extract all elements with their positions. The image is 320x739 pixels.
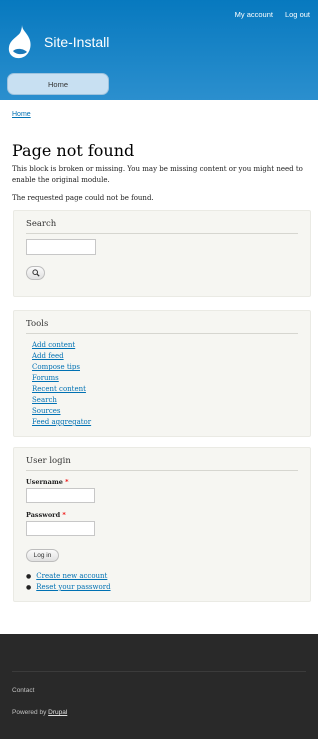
footer-contact-link[interactable]: Contact <box>12 687 34 694</box>
log-in-button[interactable]: Log in <box>26 549 59 562</box>
tools-link-search[interactable]: Search <box>32 395 91 406</box>
tools-link-feed-aggregator[interactable]: Feed aggregator <box>32 417 91 428</box>
breadcrumb-home-link[interactable]: Home <box>12 111 31 118</box>
tools-link-compose-tips[interactable]: Compose tips <box>32 362 91 373</box>
page-title: Page not found <box>12 141 135 160</box>
bullet-icon: ● <box>26 573 32 580</box>
user-login-title: User login <box>26 456 71 466</box>
tools-link-add-feed[interactable]: Add feed <box>32 351 91 362</box>
drupal-link[interactable]: Drupal <box>48 709 67 716</box>
list-item: ● Reset your password <box>26 582 111 593</box>
tools-link-forums[interactable]: Forums <box>32 373 91 384</box>
search-block-divider <box>26 233 298 234</box>
site-header: My account Log out Site-Install Home <box>0 0 318 100</box>
footer-divider <box>12 671 306 672</box>
broken-block-message: This block is broken or missing. You may… <box>12 165 303 184</box>
tools-link-add-content[interactable]: Add content <box>32 340 91 351</box>
tools-block-title: Tools <box>26 319 49 329</box>
user-login-block: User login Username * Password * Log in … <box>13 447 311 602</box>
search-block: Search <box>13 210 311 297</box>
my-account-link[interactable]: My account <box>235 10 273 19</box>
create-account-link[interactable]: Create new account <box>36 572 107 580</box>
search-icon <box>31 269 40 277</box>
username-field[interactable] <box>26 488 95 503</box>
password-field[interactable] <box>26 521 95 536</box>
required-marker: * <box>65 478 69 486</box>
tools-link-sources[interactable]: Sources <box>32 406 91 417</box>
tools-block-divider <box>26 333 298 334</box>
login-links-list: ● Create new account ● Reset your password <box>26 571 111 593</box>
search-button[interactable] <box>26 266 45 280</box>
log-out-link[interactable]: Log out <box>285 10 310 19</box>
not-found-message: The requested page could not be found. <box>12 194 154 202</box>
user-login-divider <box>26 470 298 471</box>
tools-link-recent-content[interactable]: Recent content <box>32 384 91 395</box>
bullet-icon: ● <box>26 584 32 591</box>
site-footer: Contact Powered by Drupal <box>0 634 318 739</box>
secondary-menu: My account Log out <box>235 10 310 19</box>
username-label: Username * <box>26 478 69 486</box>
search-block-title: Search <box>26 219 57 229</box>
tools-link-list: Add content Add feed Compose tips Forums… <box>32 340 91 428</box>
main-menu-home-tab[interactable]: Home <box>7 73 109 95</box>
drupal-logo-icon[interactable] <box>7 24 33 62</box>
list-item: ● Create new account <box>26 571 111 582</box>
required-marker: * <box>62 511 66 519</box>
site-name[interactable]: Site-Install <box>44 34 109 50</box>
search-input[interactable] <box>26 239 96 255</box>
tools-block: Tools Add content Add feed Compose tips … <box>13 310 311 437</box>
powered-by-text: Powered by Drupal <box>12 709 68 716</box>
password-label: Password * <box>26 511 66 519</box>
reset-password-link[interactable]: Reset your password <box>36 583 110 591</box>
